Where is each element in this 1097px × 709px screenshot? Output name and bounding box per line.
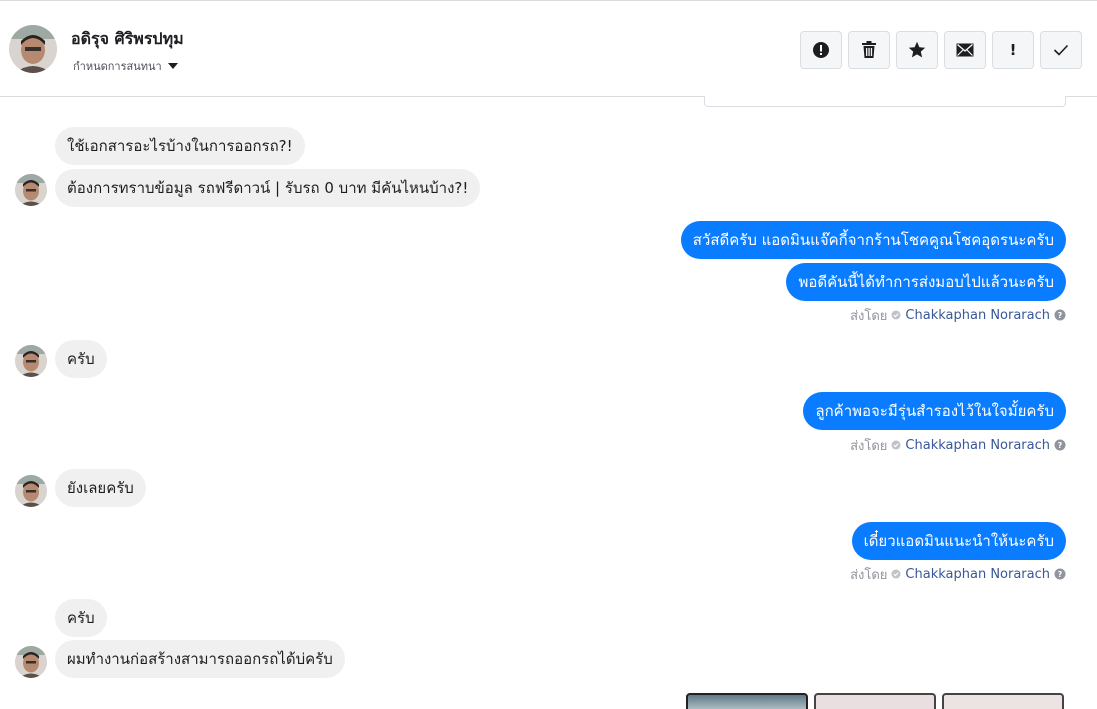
sent-by-agent[interactable]: Chakkaphan Norarach (905, 308, 1050, 323)
conversation-toolbar: ! (800, 31, 1082, 69)
checkmark-icon (1053, 44, 1069, 56)
sent-by-label: ส่งโดย (850, 567, 888, 583)
help-icon[interactable]: ? (1054, 439, 1066, 451)
incoming-message: ครับ (55, 340, 107, 378)
incoming-message: ยังเลยครับ (55, 469, 146, 507)
sent-by-agent[interactable]: Chakkaphan Norarach (905, 567, 1050, 582)
contact-avatar[interactable] (9, 25, 57, 73)
outgoing-message: พอดีคันนี้ได้ทำการส่งมอบไปแล้วนะครับ (786, 263, 1066, 301)
verified-check-icon (891, 310, 901, 320)
conversation-settings-dropdown[interactable]: กำหนดการสนทนา (73, 57, 178, 75)
sent-by-row: ส่งโดย Chakkaphan Norarach ? (850, 436, 1066, 454)
sent-by-row: ส่งโดย Chakkaphan Norarach ? (850, 565, 1066, 583)
sent-by-label: ส่งโดย (850, 438, 888, 454)
image-attachments (686, 693, 1064, 709)
delete-button[interactable] (848, 31, 890, 69)
envelope-icon (956, 43, 974, 57)
incoming-message: ใช้เอกสารอะไรบ้างในการออกรถ?! (55, 127, 305, 165)
sent-by-row: ส่งโดย Chakkaphan Norarach ? (850, 306, 1066, 324)
conversation-settings-label: กำหนดการสนทนา (73, 60, 162, 73)
image-thumbnail[interactable] (942, 693, 1064, 709)
image-thumbnail[interactable] (814, 693, 936, 709)
contact-avatar-small (15, 475, 47, 507)
help-icon[interactable]: ? (1054, 568, 1066, 580)
contact-name: อดิรุจ ศิริพรปทุม (71, 29, 184, 48)
outgoing-message: สวัสดีครับ แอดมินแจ๊คกี้จากร้านโชคคูณโชค… (680, 221, 1066, 259)
previous-card-bottom (704, 96, 1066, 107)
incoming-message: ครับ (55, 599, 107, 637)
mark-unread-button[interactable] (944, 31, 986, 69)
sent-by-label: ส่งโดย (850, 308, 888, 324)
svg-text:?: ? (1058, 441, 1063, 450)
incoming-message: ต้องการทราบข้อมูล รถฟรีดาวน์ | รับรถ 0 บ… (55, 169, 481, 207)
sent-by-agent[interactable]: Chakkaphan Norarach (905, 438, 1050, 453)
contact-avatar-small (15, 174, 47, 206)
help-icon[interactable]: ? (1054, 309, 1066, 321)
outgoing-message: เดี๋ยวแอดมินแนะนำให้นะครับ (851, 522, 1066, 560)
spam-button[interactable] (800, 31, 842, 69)
contact-avatar-small (15, 345, 47, 377)
alert-circle-icon (813, 42, 829, 58)
follow-up-label: ! (1009, 41, 1017, 59)
incoming-message: ผมทำงานก่อสร้างสามารถออกรถได้บ่ครับ (55, 640, 345, 678)
outgoing-message: ลูกค้าพอจะมีรุ่นสำรองไว้ในใจมั้ยครับ (803, 392, 1066, 430)
done-button[interactable] (1040, 31, 1082, 69)
contact-avatar-small (15, 646, 47, 678)
conversation-header: อดิรุจ ศิริพรปทุม กำหนดการสนทนา ! (0, 0, 1097, 97)
verified-check-icon (891, 440, 901, 450)
svg-text:?: ? (1058, 311, 1063, 320)
verified-check-icon (891, 569, 901, 579)
caret-down-icon (167, 63, 178, 69)
star-icon (908, 41, 926, 58)
image-thumbnail[interactable] (686, 693, 808, 709)
trash-icon (862, 41, 876, 58)
star-button[interactable] (896, 31, 938, 69)
svg-text:?: ? (1058, 570, 1063, 579)
follow-up-button[interactable]: ! (992, 31, 1034, 69)
